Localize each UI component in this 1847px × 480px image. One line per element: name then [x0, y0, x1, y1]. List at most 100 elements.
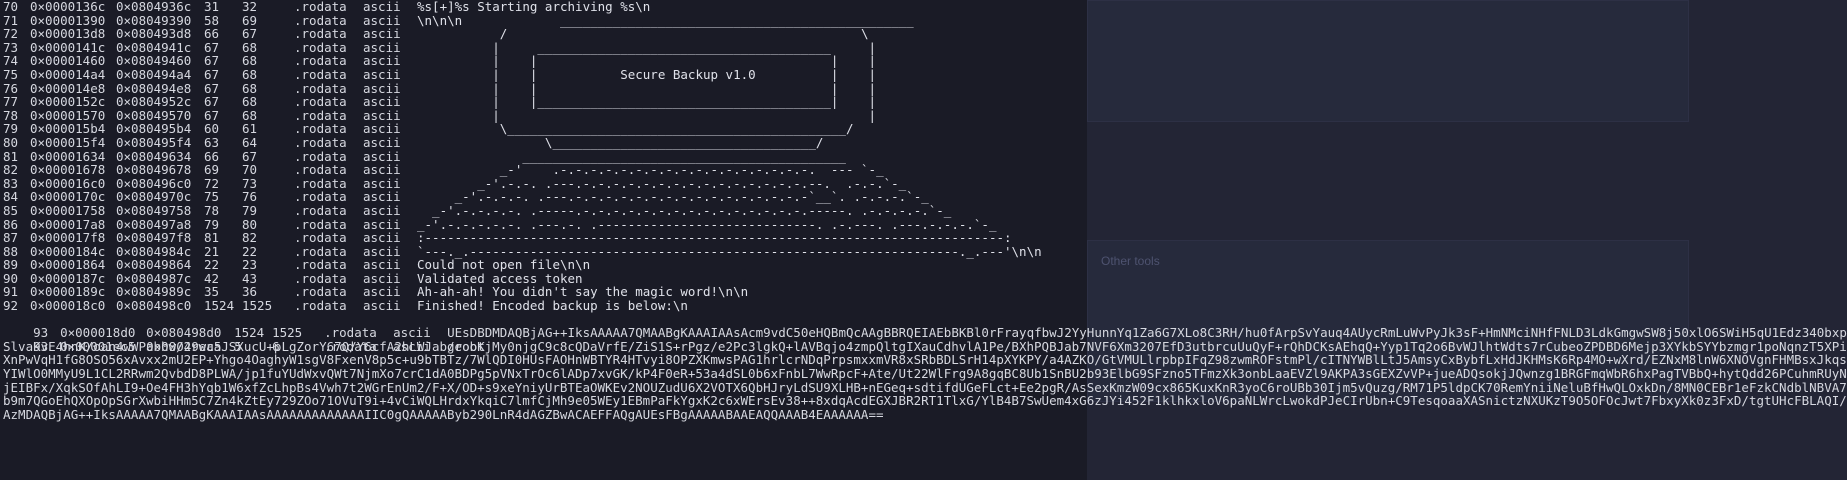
row-size: 68 [242, 94, 258, 110]
row-paddr: 0×000015b4 [30, 121, 106, 137]
table-row: 91 0×0000189c 0×0804989c 35 36 .rodata ascii Ah… [3, 285, 1847, 299]
row-vaddr: 0×080497a8 [116, 216, 192, 232]
row-paddr: 0×00001570 [30, 107, 106, 123]
row-vaddr: 0×0804987c [116, 270, 192, 286]
row-number: 78 [3, 107, 19, 123]
row-type: ascii [363, 298, 401, 314]
row-type: ascii [363, 80, 401, 96]
row-size: 61 [242, 121, 258, 137]
row-type: ascii [363, 175, 401, 191]
row-number: 84 [3, 189, 19, 205]
row-number: 81 [3, 148, 19, 164]
row-section: .rodata [294, 298, 347, 314]
row-vaddr: 0×080494a4 [116, 66, 192, 82]
row-number: 92 [3, 298, 19, 314]
row-section: .rodata [294, 216, 347, 232]
row-size: 1525 [242, 298, 273, 314]
row-type: ascii [363, 216, 401, 232]
row-type: ascii [363, 53, 401, 69]
row-len: 1524 [204, 298, 235, 314]
row-len: 67 [204, 53, 220, 69]
row-text: /root [447, 338, 485, 354]
row-vaddr: 0×080498c0 [116, 298, 192, 314]
table-row: 72 0×000013d8 0×080493d8 66 67 .rodata ascii /… [3, 27, 1847, 41]
row-size: 43 [242, 270, 258, 286]
table-row: 75 0×000014a4 0×080494a4 67 68 .rodata ascii |… [3, 68, 1847, 82]
row-type: ascii [363, 107, 401, 123]
row-paddr: 0×00001758 [30, 202, 106, 218]
row-len: 63 [204, 134, 220, 150]
row-vaddr: 0×08049864 [116, 257, 192, 273]
row-section: .rodata [294, 39, 347, 55]
row-vaddr: 0×080493d8 [116, 26, 192, 42]
row-paddr: 0×0000170c [30, 189, 106, 205]
row-type: ascii [363, 0, 401, 14]
row-section: .rodata [294, 12, 347, 28]
row-size: 64 [242, 134, 258, 150]
row-number: 73 [3, 39, 19, 55]
table-row: 89 0×00001864 0×08049864 22 23 .rodata ascii Co… [3, 258, 1847, 272]
row-number: 85 [3, 202, 19, 218]
row-paddr: 0×0000141c [30, 39, 106, 55]
row-type: ascii [363, 39, 401, 55]
row-vaddr: 0×08049ec5 [146, 338, 222, 354]
table-row: 71 0×00001390 0×08049390 58 69 .rodata ascii \n… [3, 12, 1847, 28]
row-size: 67 [242, 148, 258, 164]
row-len: 22 [204, 257, 220, 273]
table-row: 70 0×0000136c 0×0804936c 31 32 .rodata ascii %s… [3, 0, 1847, 14]
row-section: .rodata [294, 148, 347, 164]
table-row: 85 0×00001758 0×08049758 78 79 .rodata ascii _… [3, 204, 1847, 218]
row-type: ascii [363, 189, 401, 205]
row-vaddr: 0×08049570 [116, 107, 192, 123]
row-number: 83 [3, 175, 19, 191]
row-section: .rodata [294, 26, 347, 42]
row-len: 58 [204, 12, 220, 28]
row-vaddr: 0×0804952c [116, 94, 192, 110]
row-number: 72 [3, 26, 19, 42]
table-row: 74 0×00001460 0×08049460 67 68 .rodata ascii |… [3, 54, 1847, 68]
row-type: ascii [363, 148, 401, 164]
row-paddr: 0×000016c0 [30, 175, 106, 191]
row-size: 23 [242, 257, 258, 273]
row-number: 89 [3, 257, 19, 273]
row-type: ascii [363, 284, 401, 300]
row-section: .rodata [294, 121, 347, 137]
row-len: 21 [204, 243, 220, 259]
table-row: 88 0×0000184c 0×0804984c 21 22 .rodata ascii `-… [3, 243, 1847, 259]
row-len: 78 [204, 202, 220, 218]
row-paddr: 0×000013d8 [30, 26, 106, 42]
row-number: 74 [3, 53, 19, 69]
row-type: ascii [363, 94, 401, 110]
row-len: 67 [204, 107, 220, 123]
table-row: 83 0×000016c0 0×080496c0 72 73 .rodata ascii _… [3, 175, 1847, 191]
row-size: 79 [242, 202, 258, 218]
table-row: 77 0×0000152c 0×0804952c 67 68 .rodata ascii |… [3, 95, 1847, 109]
row-len: 75 [204, 189, 220, 205]
table-row: 87 0×000017f8 0×080497f8 81 82 .rodata ascii:-… [3, 231, 1847, 245]
row-len: 1524 [234, 325, 265, 341]
table-row: 93 0×000018d0 0×080498d0 1524 1525 .rodata asc… [3, 313, 1847, 421]
row-section: .rodata [294, 189, 347, 205]
row-type: ascii [393, 338, 431, 354]
row-len: 67 [204, 80, 220, 96]
table-row: 73 0×0000141c 0×0804941c 67 68 .rodata ascii |… [3, 39, 1847, 55]
row-vaddr: 0×0804984c [116, 243, 192, 259]
row-vaddr: 0×080497f8 [116, 230, 192, 246]
row-number: 82 [3, 162, 19, 178]
row-number: 87 [3, 230, 19, 246]
row-paddr: 0×00001390 [30, 12, 106, 28]
row-len: 67 [204, 94, 220, 110]
row-number: 90 [3, 270, 19, 286]
row-paddr: 0×0000184c [30, 243, 106, 259]
row-len: 66 [204, 26, 220, 42]
row-vaddr: 0×08049390 [116, 12, 192, 28]
row-vaddr: 0×08049634 [116, 148, 192, 164]
row-type: ascii [393, 325, 431, 341]
row-size: 67 [242, 26, 258, 42]
row-section: .rodata [324, 338, 377, 354]
row-section: .rodata [294, 94, 347, 110]
row-size: 68 [242, 80, 258, 96]
row-len: 72 [204, 175, 220, 191]
row-len: 67 [204, 66, 220, 82]
row-type: ascii [363, 243, 401, 259]
